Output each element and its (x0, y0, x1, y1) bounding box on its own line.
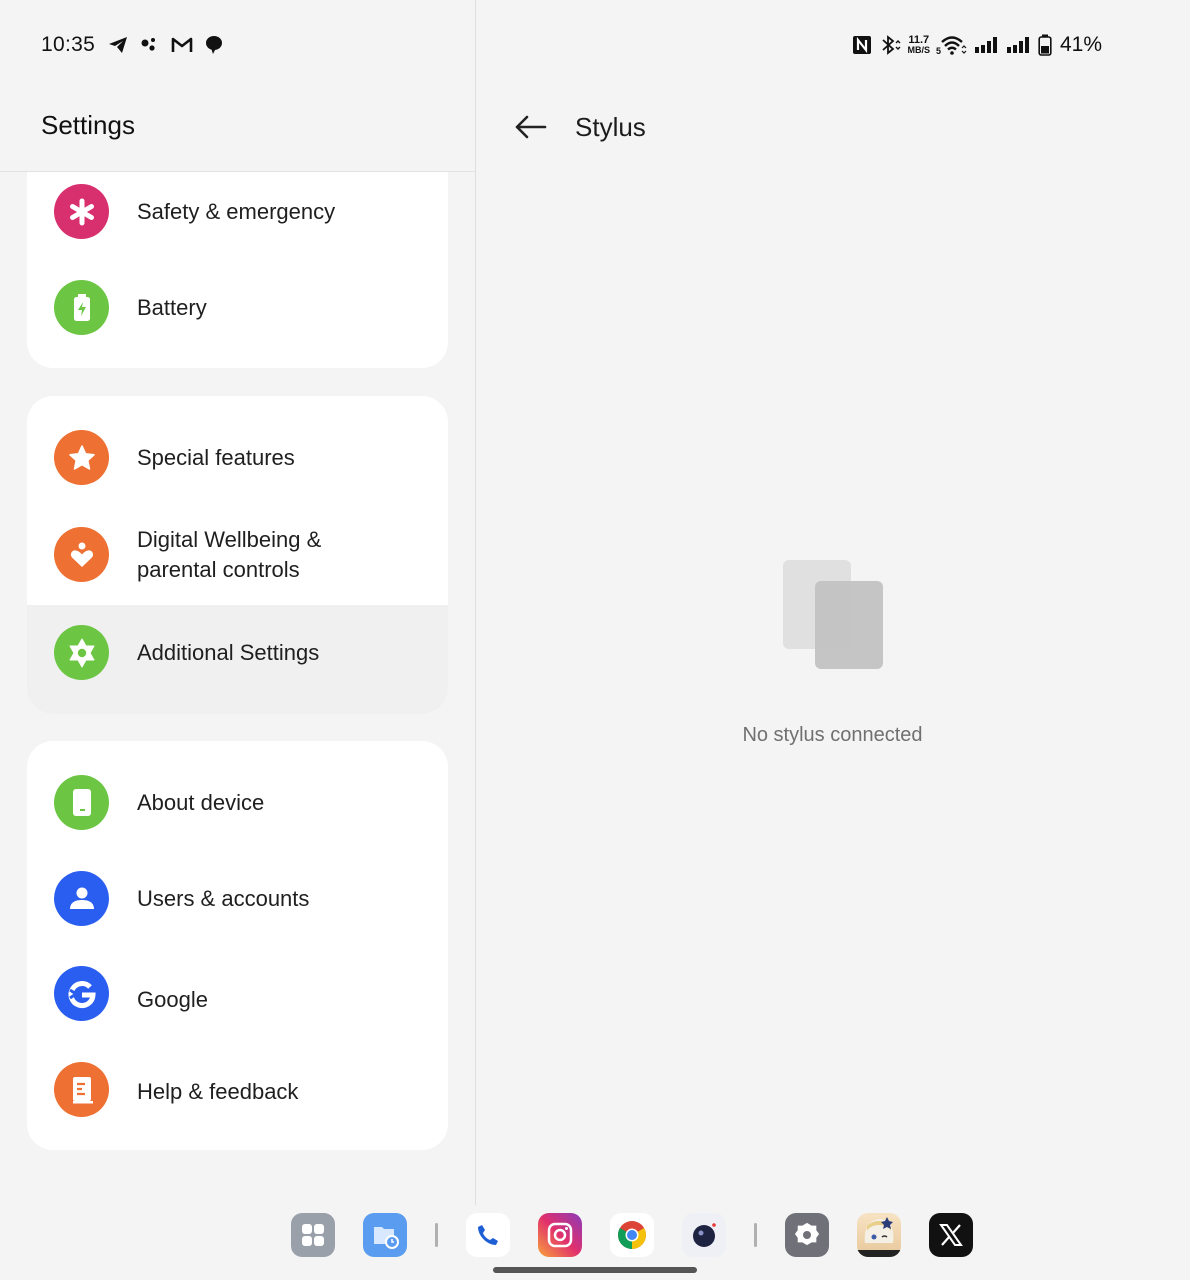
battery-charging-icon (54, 280, 109, 335)
x-logo-icon (939, 1224, 963, 1246)
dock-app-drawer[interactable] (291, 1213, 335, 1257)
star-icon (54, 430, 109, 485)
settings-item-label-line2: parental controls (137, 557, 300, 582)
telegram-icon (107, 34, 129, 56)
app-grid-icon (302, 1224, 324, 1246)
network-speed-value: 11.7 (908, 34, 930, 46)
wifi-badge: 5 (936, 46, 941, 56)
settings-item-battery[interactable]: Battery (27, 262, 448, 352)
wellbeing-heart-icon (54, 527, 109, 582)
battery-percent: 41% (1059, 33, 1102, 56)
settings-item-users-accounts[interactable]: Users & accounts (27, 851, 448, 947)
dock-app-phone[interactable] (466, 1213, 510, 1257)
settings-item-google[interactable]: Google (27, 947, 448, 1043)
google-icon (54, 966, 109, 1021)
dock-app-settings[interactable] (785, 1213, 829, 1257)
no-stylus-illustration (783, 560, 883, 670)
status-bar-right: 11.7 MB/S 5 41% (851, 31, 1102, 59)
settings-item-safety-emergency[interactable]: Safety & emergency (27, 172, 448, 254)
nfc-icon (851, 34, 873, 56)
settings-gear-icon (794, 1222, 820, 1246)
dock-app-game[interactable] (857, 1213, 901, 1257)
chrome-icon (618, 1221, 646, 1249)
asterisk-icon (54, 184, 109, 239)
dock-separator (435, 1223, 438, 1247)
settings-item-label: Safety & emergency (137, 199, 336, 224)
dock-separator (754, 1223, 757, 1247)
settings-item-special-features[interactable]: Special features (27, 396, 448, 506)
settings-item-label-line1: Digital Wellbeing & (137, 527, 322, 552)
battery-icon (1038, 34, 1052, 56)
camera-lens-icon (693, 1223, 716, 1247)
network-speed-unit: MB/S (907, 45, 930, 55)
home-gesture-bar[interactable] (493, 1267, 697, 1273)
settings-item-label: About device (137, 790, 265, 815)
folder-clock-icon (374, 1227, 399, 1249)
header-divider (0, 171, 475, 172)
dock-app-instagram[interactable] (538, 1213, 582, 1257)
dock-app-chrome[interactable] (610, 1213, 654, 1257)
chat-bubble-icon (203, 34, 225, 56)
game-character-icon (857, 1217, 901, 1257)
clock: 10:35 (41, 33, 96, 56)
gear-icon (54, 625, 109, 680)
back-button[interactable] (508, 110, 552, 148)
wifi-icon: 5 (936, 34, 968, 56)
signal-icon (1006, 34, 1032, 56)
settings-item-additional-settings[interactable]: Additional Settings (27, 605, 448, 714)
person-icon (54, 871, 109, 926)
dock-app-camera[interactable] (682, 1213, 726, 1257)
settings-item-label: Users & accounts (137, 886, 310, 911)
settings-item-label: Help & feedback (137, 1079, 299, 1104)
dock-app-files[interactable] (363, 1213, 407, 1257)
settings-group-2: Special features Digital Wellbeing & par… (27, 396, 448, 714)
settings-item-label: Additional Settings (137, 640, 320, 665)
status-bar-left: 10:35 (41, 31, 225, 59)
taskbar-dock (291, 1213, 1001, 1257)
dock-app-x[interactable] (929, 1213, 973, 1257)
book-icon (54, 1062, 109, 1117)
screen: 10:35 11.7 MB/S 5 41% Settings Safety & … (0, 0, 1190, 1280)
page-title: Stylus (575, 112, 646, 142)
phone-icon (478, 1225, 498, 1245)
instagram-icon (547, 1222, 573, 1248)
illustration-front-card (815, 581, 883, 669)
empty-state-text: No stylus connected (742, 724, 923, 746)
settings-title: Settings (41, 110, 135, 140)
gmail-icon (171, 34, 193, 56)
settings-item-label: Digital Wellbeing & parental controls (137, 525, 321, 585)
network-speed: 11.7 MB/S (907, 34, 930, 56)
settings-item-label: Special features (137, 445, 295, 470)
phone-device-icon (54, 775, 109, 830)
settings-item-label: Google (137, 987, 208, 1012)
bluetooth-icon (879, 34, 901, 56)
signal-icon (974, 34, 1000, 56)
settings-item-help-feedback[interactable]: Help & feedback (27, 1043, 448, 1150)
settings-group-1: Safety & emergency Battery (27, 172, 448, 368)
pane-divider (475, 0, 476, 1205)
arrow-left-icon (513, 115, 547, 144)
settings-item-about-device[interactable]: About device (27, 741, 448, 851)
empty-state: No stylus connected (0, 724, 1190, 747)
settings-item-label: Battery (137, 295, 207, 320)
assistant-dots-icon (139, 34, 161, 56)
settings-item-digital-wellbeing[interactable]: Digital Wellbeing & parental controls (27, 506, 448, 605)
settings-group-3: About device Users & accounts Google Hel… (27, 741, 448, 1150)
